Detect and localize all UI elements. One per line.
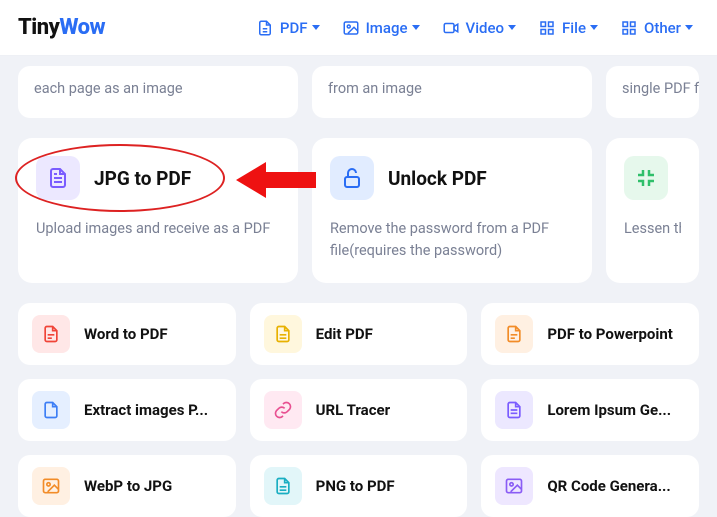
chevron-down-icon [590, 25, 598, 30]
tool-label: Extract images P... [84, 401, 208, 419]
nav-pdf[interactable]: PDF [256, 19, 320, 37]
chevron-down-icon [508, 25, 516, 30]
tool-label: Edit PDF [316, 325, 373, 343]
nav-label: Video [466, 19, 505, 37]
tool-label: PDF to Powerpoint [547, 325, 672, 343]
document-icon [495, 391, 533, 429]
partial-feature-row: each page as an image from an image sing… [0, 66, 717, 118]
logo-part2: Wow [59, 15, 105, 40]
image-icon [342, 19, 360, 37]
tool-qr-code-generator[interactable]: QR Code Genera... [481, 455, 699, 517]
tool-extract-images[interactable]: Extract images P... [18, 379, 236, 441]
image-icon [495, 467, 533, 505]
feature-title: Unlock PDF [388, 167, 487, 190]
tool-url-tracer[interactable]: URL Tracer [250, 379, 468, 441]
feature-jpg-to-pdf[interactable]: JPG to PDF Upload images and receive as … [18, 138, 298, 283]
nav-video[interactable]: Video [442, 19, 517, 37]
document-icon [32, 315, 70, 353]
tool-pdf-to-powerpoint[interactable]: PDF to Powerpoint [481, 303, 699, 365]
nav-file[interactable]: File [538, 19, 598, 37]
partial-card-2[interactable]: from an image [312, 66, 592, 118]
document-icon [32, 391, 70, 429]
grid-icon [538, 19, 556, 37]
tool-label: WebP to JPG [84, 477, 172, 495]
compress-icon [624, 156, 668, 200]
pdf-file-icon [256, 19, 274, 37]
chevron-down-icon [312, 25, 320, 30]
nav-other[interactable]: Other [620, 19, 693, 37]
tool-label: QR Code Genera... [547, 477, 670, 495]
feature-row: JPG to PDF Upload images and receive as … [0, 138, 717, 283]
tool-label: URL Tracer [316, 401, 390, 419]
tool-label: Word to PDF [84, 325, 168, 343]
tool-edit-pdf[interactable]: Edit PDF [250, 303, 468, 365]
document-icon [264, 467, 302, 505]
feature-desc: Remove the password from a PDF file(requ… [330, 218, 574, 263]
tool-word-to-pdf[interactable]: Word to PDF [18, 303, 236, 365]
nav-label: File [562, 19, 586, 37]
logo-part1: Tiny [18, 15, 59, 40]
nav-label: PDF [280, 19, 308, 37]
feature-desc: Upload images and receive as a PDF [36, 218, 280, 240]
grid-icon [620, 19, 638, 37]
chevron-down-icon [412, 25, 420, 30]
feature-title: JPG to PDF [94, 167, 191, 190]
document-icon [495, 315, 533, 353]
tool-png-to-pdf[interactable]: PNG to PDF [250, 455, 468, 517]
feature-head: JPG to PDF [36, 156, 280, 200]
logo[interactable]: TinyWow [18, 15, 105, 40]
unlock-icon [330, 156, 374, 200]
feature-head: Unlock PDF [330, 156, 574, 200]
partial-card-3[interactable]: single PDF file [606, 66, 699, 118]
partial-desc: from an image [328, 78, 422, 100]
feature-desc: Lessen the file [624, 218, 681, 240]
nav-image[interactable]: Image [342, 19, 420, 37]
nav-label: Other [644, 19, 681, 37]
image-icon [32, 467, 70, 505]
top-nav: PDF Image Video File [256, 19, 693, 37]
tool-label: Lorem Ipsum Ge... [547, 401, 671, 419]
tool-row-2: Extract images P... URL Tracer Lorem Ips… [0, 379, 717, 441]
partial-desc: each page as an image [34, 78, 183, 100]
nav-label: Image [366, 19, 408, 37]
partial-card-1[interactable]: each page as an image [18, 66, 298, 118]
video-icon [442, 19, 460, 37]
link-icon [264, 391, 302, 429]
tool-row-1: Word to PDF Edit PDF PDF to Powerpoint [0, 303, 717, 365]
feature-head: Co [624, 156, 681, 200]
document-icon [36, 156, 80, 200]
chevron-down-icon [685, 25, 693, 30]
feature-unlock-pdf[interactable]: Unlock PDF Remove the password from a PD… [312, 138, 592, 283]
tool-lorem-ipsum[interactable]: Lorem Ipsum Ge... [481, 379, 699, 441]
app-header: TinyWow PDF Image Video [0, 0, 717, 56]
feature-compress[interactable]: Co Lessen the file [606, 138, 699, 283]
document-icon [264, 315, 302, 353]
partial-desc: single PDF file [622, 78, 699, 100]
tool-row-3: WebP to JPG PNG to PDF QR Code Genera... [0, 455, 717, 517]
tool-label: PNG to PDF [316, 477, 395, 495]
tool-webp-to-jpg[interactable]: WebP to JPG [18, 455, 236, 517]
